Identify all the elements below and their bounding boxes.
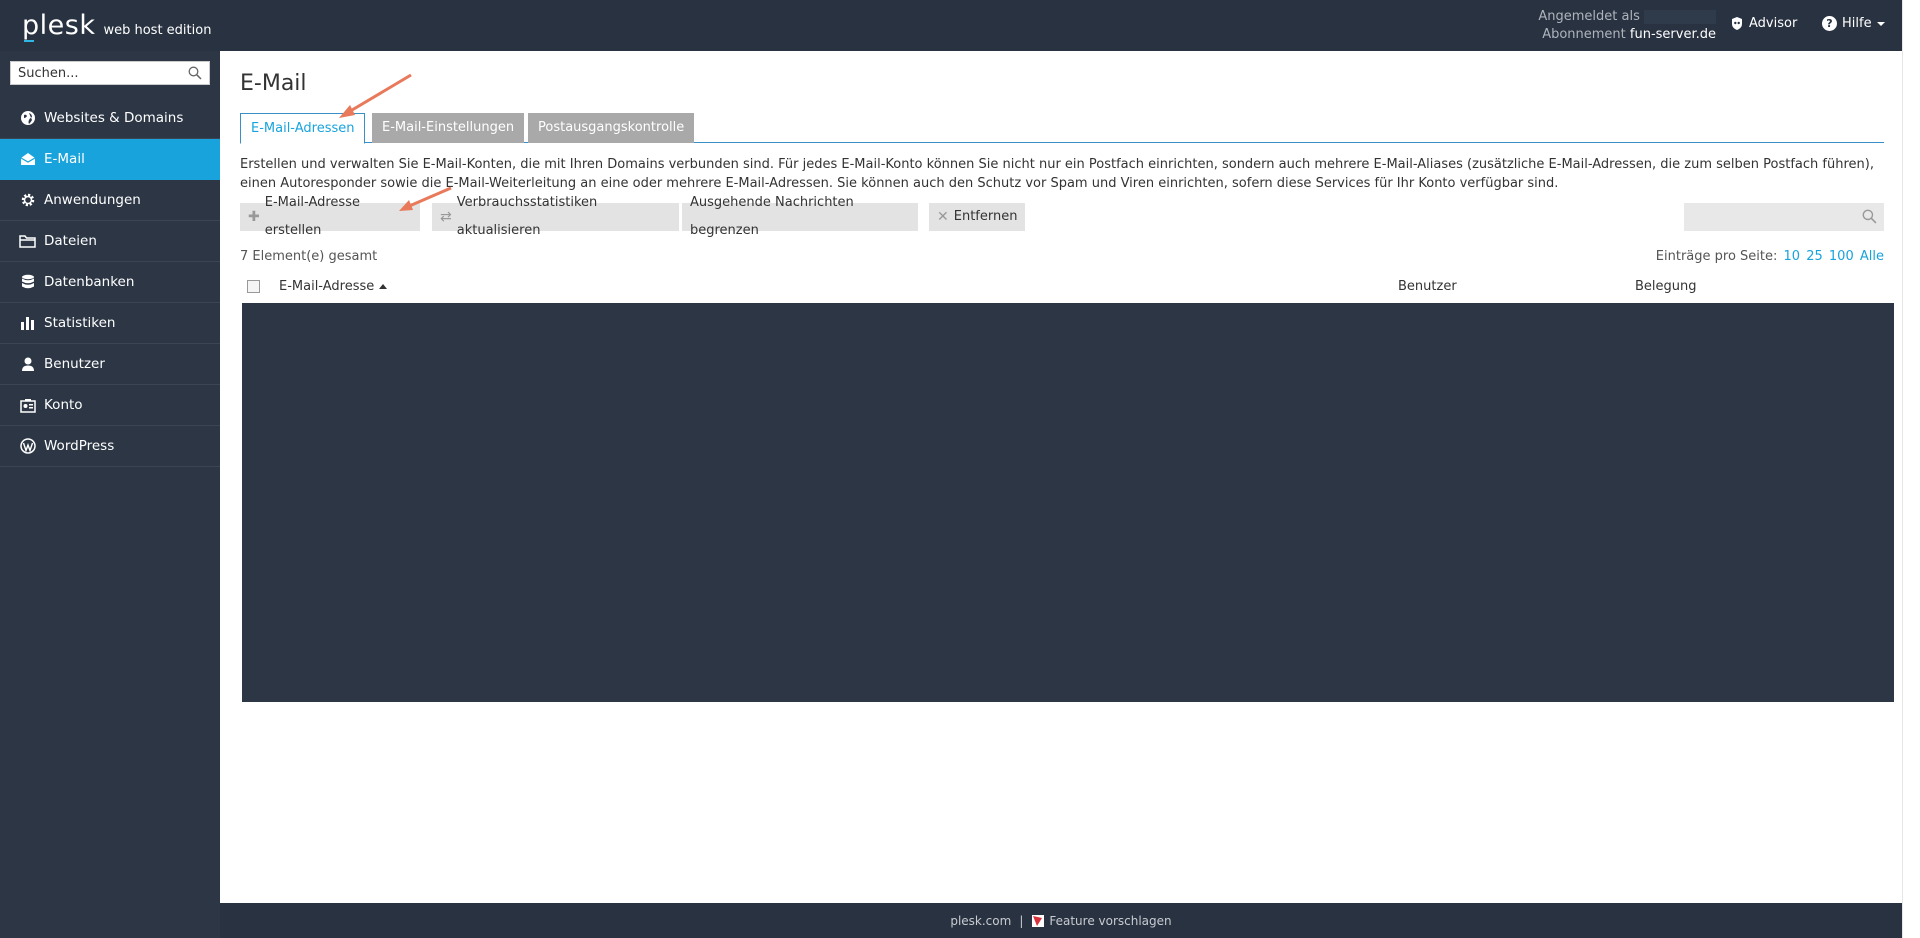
sidebar-item-users[interactable]: Benutzer [0,344,220,385]
sidebar-item-applications[interactable]: Anwendungen [0,180,220,221]
footer: plesk.com | Feature vorschlagen [220,903,1902,938]
create-email-label: E-Mail-Adresse erstellen [264,195,360,238]
globe-icon [19,110,36,127]
list-search-input[interactable] [1684,203,1854,231]
sidebar-item-label: Benutzer [44,356,105,372]
logged-in-label: Angemeldet als [1538,9,1640,24]
update-stats-label: Verbrauchsstatistiken aktualisieren [456,195,598,238]
column-email-label: E-Mail-Adresse [279,279,375,294]
folder-icon [19,233,36,250]
sidebar-item-label: Websites & Domains [44,110,184,126]
feature-suggest-label: Feature vorschlagen [1049,913,1172,928]
tab-bar: E-Mail-Adressen E-Mail-Einstellungen Pos… [240,111,1884,144]
remove-button[interactable]: ✕ Entfernen [929,203,1025,231]
tab-email-addresses[interactable]: E-Mail-Adressen [240,113,366,144]
sidebar-item-wordpress[interactable]: WordPress [0,426,220,467]
sidebar-item-databases[interactable]: Datenbanken [0,262,220,303]
bar-chart-icon [19,315,36,332]
column-header-user[interactable]: Benutzer [1398,279,1457,294]
sidebar-item-label: Dateien [44,233,97,249]
limit-outgoing-button[interactable]: Ausgehende Nachrichten begrenzen [682,195,918,238]
update-stats-button[interactable]: ⇄ Verbrauchsstatistiken aktualisieren [432,195,679,238]
refresh-icon: ⇄ [440,209,452,225]
sidebar-item-websites-domains[interactable]: Websites & Domains [0,98,220,139]
subscription-label: Abonnement [1542,27,1626,42]
sidebar-item-label: Datenbanken [44,274,135,290]
per-page-option-all[interactable]: Alle [1860,249,1884,264]
search-icon[interactable] [188,66,202,80]
per-page-option-100[interactable]: 100 [1829,249,1854,264]
page-title: E-Mail [240,71,307,96]
sidebar-item-label: E-Mail [44,151,85,167]
sidebar: Websites & Domains E-Mail Anwendungen Da… [0,51,220,938]
plus-icon: ✚ [248,209,260,225]
tab-email-settings[interactable]: E-Mail-Einstellungen [372,113,525,143]
help-label: Hilfe [1842,16,1872,31]
column-header-email[interactable]: E-Mail-Adresse [279,279,388,294]
create-email-button[interactable]: ✚ E-Mail-Adresse erstellen [240,195,420,238]
feature-suggest-link[interactable]: Feature vorschlagen [1031,913,1172,928]
main-content: E-Mail E-Mail-Adressen E-Mail-Einstellun… [220,51,1902,903]
tab-outgoing-control[interactable]: Postausgangskontrolle [528,113,695,143]
redacted-username [1644,9,1716,24]
sidebar-item-account[interactable]: Konto [0,385,220,426]
help-icon: ? [1822,16,1837,31]
sidebar-search-input[interactable] [11,62,181,84]
column-header-usage[interactable]: Belegung [1635,279,1697,294]
close-icon: ✕ [937,209,949,225]
list-search [1684,203,1884,231]
sidebar-item-label: Anwendungen [44,192,141,208]
page-description: Erstellen und verwalten Sie E-Mail-Konte… [240,157,1874,191]
subscription-value[interactable]: fun-server.de [1630,27,1716,42]
total-count: 7 Element(e) gesamt [240,249,378,264]
sidebar-item-label: WordPress [44,438,115,454]
mail-icon [19,151,36,168]
page-scrollbar[interactable] [1902,0,1920,938]
per-page-option-25[interactable]: 25 [1806,249,1823,264]
remove-label: Entfernen [953,209,1018,224]
account-icon [19,397,36,414]
feature-suggest-icon [1032,914,1045,927]
database-icon [19,274,36,291]
sidebar-item-statistics[interactable]: Statistiken [0,303,220,344]
user-info: Angemeldet als Abonnement fun-server.de [1538,8,1716,44]
brand-name: plesk [22,10,96,42]
edition-label: web host edition [103,23,212,38]
advisor-label: Advisor [1749,16,1798,31]
select-all-checkbox[interactable] [247,280,260,293]
per-page-label: Einträge pro Seite: [1655,249,1778,264]
sidebar-item-files[interactable]: Dateien [0,221,220,262]
chevron-down-icon [1876,21,1885,26]
sidebar-item-label: Statistiken [44,315,116,331]
per-page-selector: Einträge pro Seite: 10 25 100 Alle [1656,249,1884,264]
user-icon [19,356,36,373]
search-icon[interactable] [1862,209,1877,224]
sidebar-search [10,61,210,85]
advisor-icon [1732,17,1742,30]
sidebar-item-email[interactable]: E-Mail [0,139,220,180]
per-page-option-10[interactable]: 10 [1784,249,1801,264]
footer-separator: | [1019,913,1024,928]
sidebar-item-label: Konto [44,397,83,413]
wordpress-icon [19,438,36,455]
redacted-table-body [242,303,1894,702]
footer-link-plesk[interactable]: plesk.com [950,914,1011,928]
gear-icon [19,192,36,209]
advisor-button[interactable]: Advisor [1730,16,1797,31]
plesk-logo[interactable]: plesk web host edition [22,10,212,42]
help-menu-button[interactable]: ? Hilfe [1822,16,1885,31]
limit-outgoing-label: Ausgehende Nachrichten begrenzen [690,195,854,238]
sort-ascending-icon [379,284,388,289]
top-bar: plesk web host edition Angemeldet als Ab… [0,0,1920,51]
sidebar-nav: Websites & Domains E-Mail Anwendungen Da… [0,98,220,467]
table-header: E-Mail-Adresse Benutzer Belegung [240,275,1884,301]
